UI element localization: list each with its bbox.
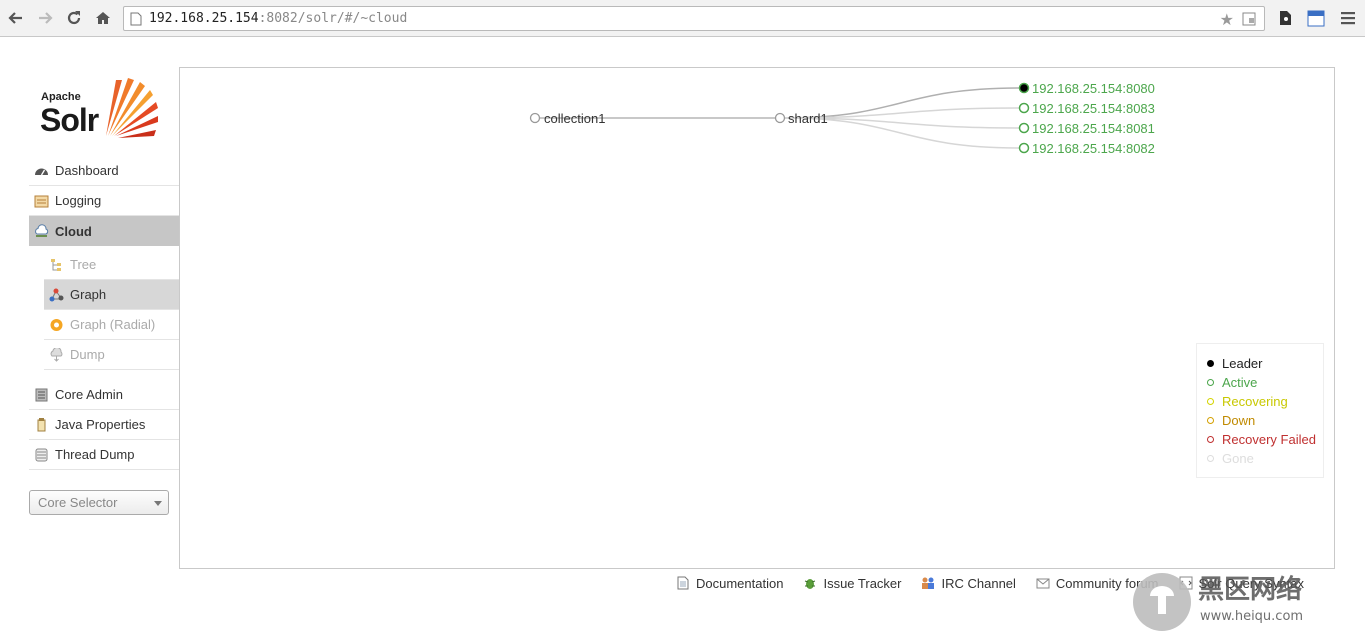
mail-icon (1036, 578, 1050, 589)
logging-icon (34, 194, 49, 208)
dump-icon (49, 347, 64, 362)
legend-item: Leader (1207, 354, 1323, 373)
thread-dump-icon (34, 448, 49, 462)
replica-label: 192.168.25.154:8080 (1032, 81, 1155, 96)
graph-node-replica[interactable]: 192.168.25.154:8082 (1018, 141, 1155, 156)
sidebar-item-cloud[interactable]: Cloud (29, 216, 179, 246)
replica-status-dot (1018, 122, 1030, 134)
cloud-graph-panel: collection1 shard1 192.168.25.154:8080 19… (179, 67, 1335, 569)
replica-label: 192.168.25.154:8082 (1032, 141, 1155, 156)
legend-item: Recovering (1207, 392, 1323, 411)
legend-dot-icon (1207, 398, 1214, 405)
replica-label: 192.168.25.154:8081 (1032, 121, 1155, 136)
replica-status-dot (1018, 102, 1030, 114)
sidebar-item-tree[interactable]: Tree (44, 250, 179, 280)
watermark-url-text: www.heiqu.com (1200, 609, 1303, 624)
legend-dot-icon (1207, 360, 1214, 367)
svg-text:collection1: collection1 (544, 111, 605, 126)
menu-icon[interactable] (1341, 11, 1355, 28)
sidebar-item-graph[interactable]: Graph (44, 280, 179, 310)
cloud-submenu: Tree Graph Graph (Radial) Dump (29, 246, 179, 379)
cloud-graph: collection1 shard1 192.168.25.154:8080 19… (529, 81, 1155, 156)
sidebar-item-core-admin[interactable]: Core Admin (29, 380, 179, 410)
cloud-icon (34, 224, 49, 238)
bug-icon (805, 579, 816, 589)
translate-icon[interactable] (1242, 12, 1256, 29)
graph-node-replica[interactable]: 192.168.25.154:8080 (1018, 81, 1155, 96)
legend-item: Gone (1207, 449, 1323, 468)
dashboard-icon (34, 164, 49, 178)
page-icon (130, 12, 142, 29)
calendar-extension-icon[interactable] (1307, 9, 1325, 30)
legend-dot-icon (1207, 455, 1214, 462)
sidebar-item-thread-dump[interactable]: Thread Dump (29, 440, 179, 470)
graph-node-replica[interactable]: 192.168.25.154:8081 (1018, 121, 1155, 136)
core-selector-dropdown[interactable]: Core Selector (29, 490, 169, 515)
legend-dot-icon (1207, 436, 1214, 443)
sidebar-item-graph-radial[interactable]: Graph (Radial) (44, 310, 179, 340)
chevron-down-icon (154, 501, 162, 506)
core-admin-icon (34, 388, 49, 402)
people-icon (922, 577, 935, 589)
legend-label: Down (1222, 413, 1256, 428)
issue-tracker-link[interactable]: Issue Tracker (803, 576, 901, 591)
bookmark-star-icon[interactable]: ★ (1220, 10, 1234, 30)
back-arrow-icon[interactable] (6, 8, 26, 28)
sidebar-menu: Dashboard Logging Cloud Tree Graph Graph… (29, 156, 179, 379)
legend-label: Active (1222, 375, 1258, 390)
graph-radial-icon (49, 318, 64, 332)
forward-arrow-icon[interactable] (35, 8, 55, 28)
document-icon (677, 576, 689, 590)
address-bar[interactable]: 192.168.25.154:8082/solr/#/~cloud ★ (123, 6, 1265, 31)
watermark-cn-text: 黑区网络 (1198, 574, 1302, 605)
legend-item: Down (1207, 411, 1323, 430)
url-text: 192.168.25.154:8082/solr/#/~cloud (149, 11, 408, 26)
legend-dot-icon (1207, 379, 1214, 386)
sidebar-item-dashboard[interactable]: Dashboard (29, 156, 179, 186)
browser-toolbar: 192.168.25.154:8082/solr/#/~cloud ★ (0, 0, 1365, 37)
legend-label: Gone (1222, 451, 1254, 466)
java-properties-icon (34, 418, 49, 432)
sidebar-menu-secondary: Core Admin Java Properties Thread Dump (29, 380, 179, 470)
solr-logo[interactable]: Apache Solr (40, 76, 165, 140)
sidebar-item-logging[interactable]: Logging (29, 186, 179, 216)
graph-node-shard[interactable]: shard1 (774, 111, 828, 126)
graph-node-replica[interactable]: 192.168.25.154:8083 (1018, 101, 1155, 116)
evernote-icon[interactable] (1277, 9, 1293, 30)
replica-label: 192.168.25.154:8083 (1032, 101, 1155, 116)
reload-icon[interactable] (64, 8, 84, 28)
solr-sun-icon (106, 78, 158, 138)
sidebar-item-java-properties[interactable]: Java Properties (29, 410, 179, 440)
graph-icon (49, 288, 64, 302)
watermark-logo: 黑区网络 www.heiqu.com (1130, 570, 1365, 632)
replica-status-dot (1018, 142, 1030, 154)
svg-text:shard1: shard1 (788, 111, 828, 126)
tree-icon (49, 258, 64, 272)
legend-dot-icon (1207, 417, 1214, 424)
home-icon[interactable] (93, 8, 113, 28)
legend-label: Leader (1222, 356, 1263, 371)
legend-label: Recovery Failed (1222, 432, 1316, 447)
irc-channel-link[interactable]: IRC Channel (921, 576, 1016, 591)
graph-legend: Leader Active Recovering Down Recovery Faile… (1196, 343, 1324, 478)
legend-label: Recovering (1222, 394, 1288, 409)
replica-status-dot (1018, 82, 1030, 94)
sidebar-item-dump[interactable]: Dump (44, 340, 179, 370)
legend-item: Recovery Failed (1207, 430, 1323, 449)
legend-item: Active (1207, 373, 1323, 392)
documentation-link[interactable]: Documentation (676, 576, 783, 591)
